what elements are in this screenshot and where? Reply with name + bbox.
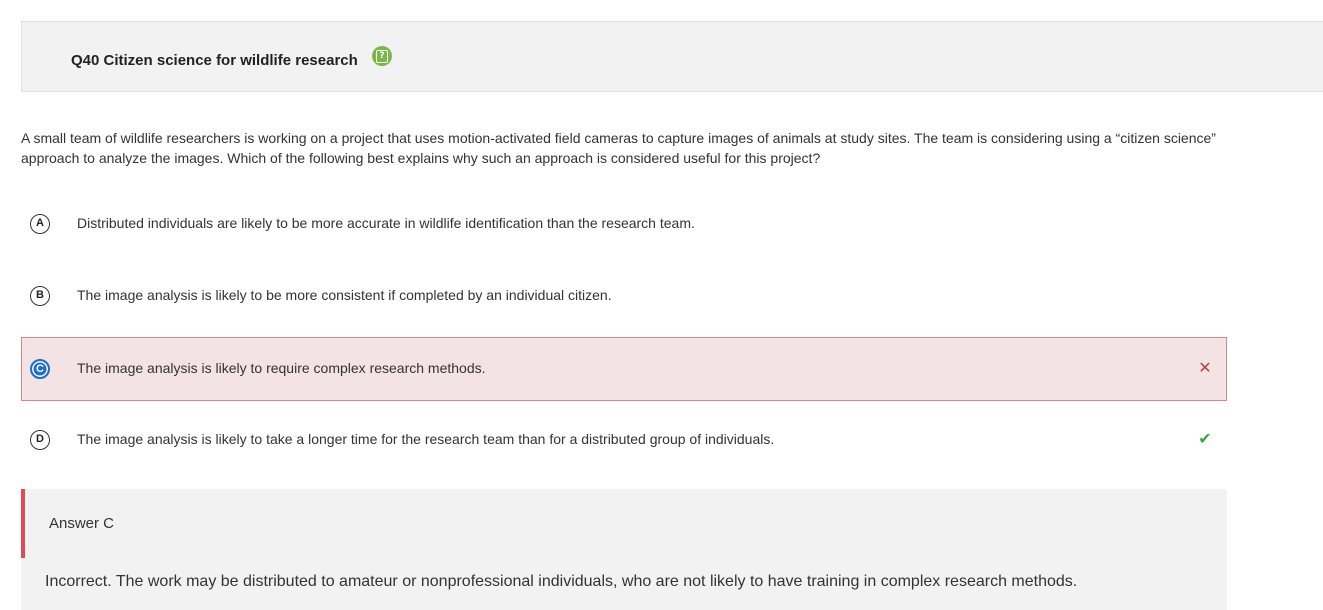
choice-letter-b: B bbox=[30, 286, 50, 306]
answer-label: Answer C bbox=[49, 515, 115, 532]
incorrect-indicator-bar bbox=[21, 489, 25, 558]
question-title: Q40 Citizen science for wildlife researc… bbox=[71, 52, 358, 69]
choice-a[interactable]: A Distributed individuals are likely to … bbox=[21, 192, 1227, 256]
choice-text-c: The image analysis is likely to require … bbox=[77, 360, 486, 376]
choice-letter-d: D bbox=[30, 430, 50, 450]
check-icon: ✔ bbox=[1198, 429, 1212, 448]
choice-c[interactable]: C The image analysis is likely to requir… bbox=[21, 337, 1227, 401]
choice-text-a: Distributed individuals are likely to be… bbox=[77, 215, 695, 231]
choice-d[interactable]: D The image analysis is likely to take a… bbox=[21, 408, 1227, 472]
choice-letter-a: A bbox=[30, 214, 50, 234]
cross-icon: ✕ bbox=[1198, 358, 1212, 377]
question-stem: A small team of wildlife researchers is … bbox=[21, 130, 1216, 166]
choice-letter-c: C bbox=[30, 359, 50, 379]
answer-feedback-panel: Answer C Incorrect. The work may be dist… bbox=[21, 489, 1227, 610]
question-mark-icon[interactable]: ? bbox=[372, 46, 392, 66]
choice-text-b: The image analysis is likely to be more … bbox=[77, 287, 612, 303]
question-header: Q40 Citizen science for wildlife researc… bbox=[21, 21, 1323, 92]
answer-explanation: Incorrect. The work may be distributed t… bbox=[45, 573, 1078, 590]
choice-b[interactable]: B The image analysis is likely to be mor… bbox=[21, 264, 1227, 328]
choice-text-d: The image analysis is likely to take a l… bbox=[77, 431, 775, 447]
